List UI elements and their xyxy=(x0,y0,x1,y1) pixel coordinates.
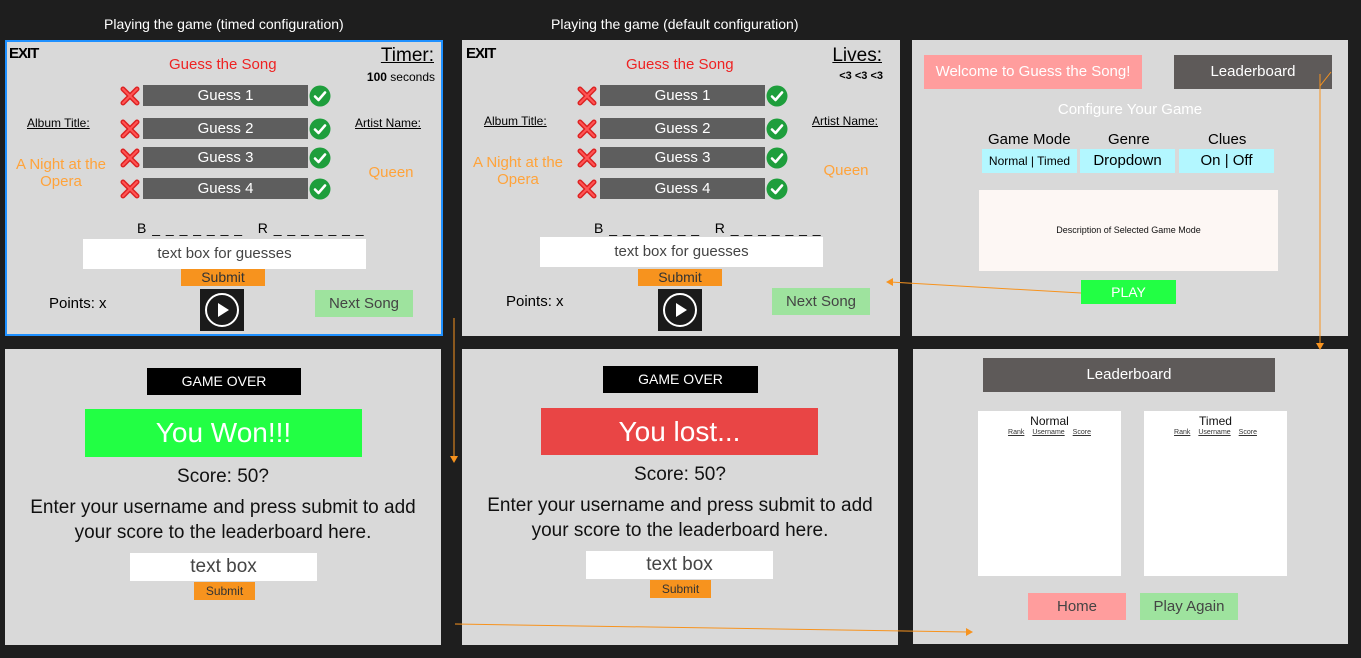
flow-arrows xyxy=(450,71,1332,636)
arrowhead-down xyxy=(1316,343,1324,350)
arrow-lb-button-to-right xyxy=(1319,71,1332,87)
arrowhead-down xyxy=(450,456,458,463)
arrowhead-left xyxy=(886,278,893,286)
arrowhead-right xyxy=(966,628,973,636)
arrow-play-to-game xyxy=(889,281,1082,294)
arrow-won-to-board xyxy=(454,623,969,633)
